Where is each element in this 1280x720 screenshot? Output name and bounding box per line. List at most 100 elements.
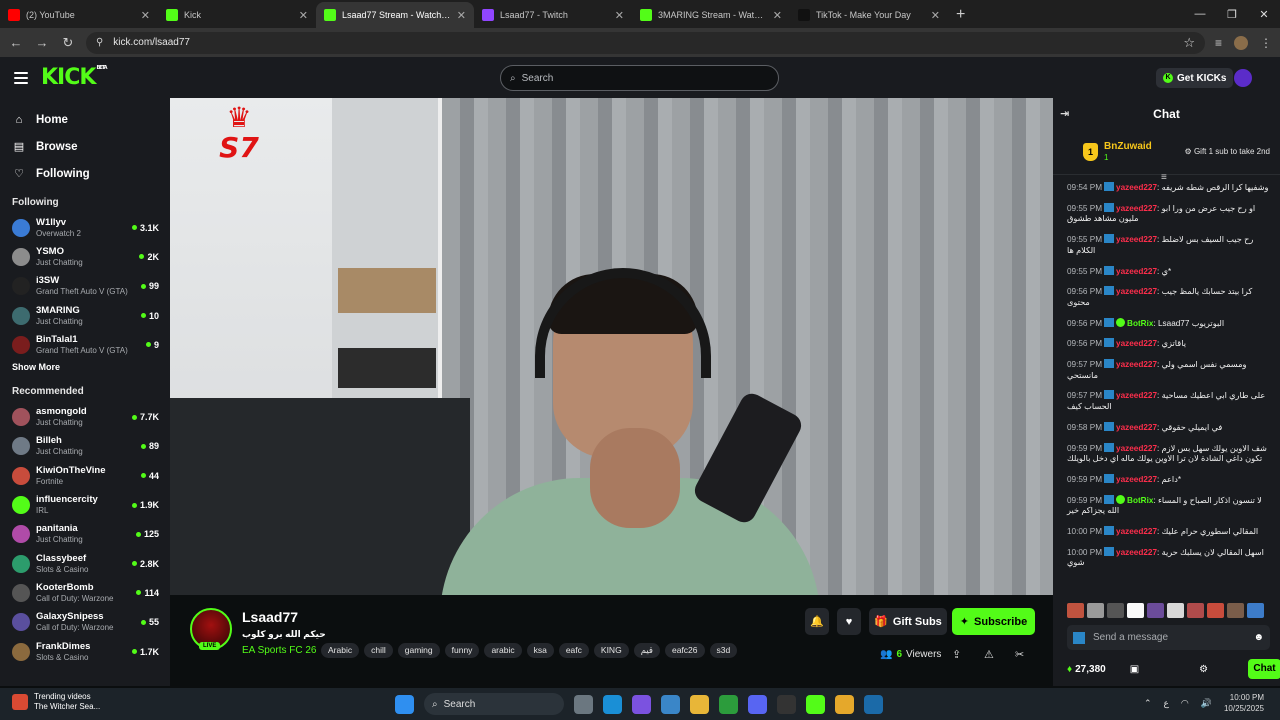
chrome-icon[interactable] — [835, 694, 854, 714]
top-gifter-name[interactable]: BnZuwaid — [1104, 141, 1152, 153]
sidebar-nav-browse[interactable]: ▤ Browse — [0, 133, 170, 160]
xbox-icon[interactable] — [719, 694, 738, 714]
sidebar-nav-home[interactable]: ⌂ Home — [0, 106, 170, 133]
tab-close-icon[interactable]: ✕ — [931, 9, 940, 22]
browser-tab[interactable]: Kick ✕ — [158, 2, 316, 28]
chatter-avatar-icon[interactable] — [1187, 603, 1204, 618]
wifi-icon[interactable]: ◠ — [1181, 698, 1189, 709]
browser-tab[interactable]: (2) YouTube ✕ — [0, 2, 158, 28]
chatter-avatar-icon[interactable] — [1167, 603, 1184, 618]
stream-tag[interactable]: Arabic — [321, 643, 360, 658]
chatter-avatar-icon[interactable] — [1107, 603, 1124, 618]
sidebar-channel[interactable]: i3SW Grand Theft Auto V (GTA) 99 — [0, 272, 170, 301]
tab-close-icon[interactable]: ✕ — [615, 9, 624, 22]
reload-icon[interactable]: ↻ — [60, 35, 76, 51]
video-player[interactable]: ♛ S7 — [170, 98, 1053, 595]
volume-icon[interactable]: 🔊 — [1201, 698, 1212, 709]
windows-start-icon[interactable] — [395, 694, 414, 714]
send-chat-button[interactable]: Chat — [1248, 659, 1280, 679]
sidebar-nav-following[interactable]: ♡ Following — [0, 160, 170, 187]
message-username[interactable]: yazeed227 — [1116, 444, 1157, 453]
back-icon[interactable]: ← — [8, 35, 24, 50]
sidebar-channel[interactable]: 3MARING Just Chatting 10 — [0, 301, 170, 330]
kick-app-icon[interactable] — [806, 694, 825, 714]
browser-tab[interactable]: 3MARING Stream - Watch Live ✕ — [632, 2, 790, 28]
forward-icon[interactable]: → — [34, 35, 50, 50]
taskbar-search[interactable]: ⌕ Search — [424, 693, 564, 715]
stream-tag[interactable]: s3d — [709, 643, 738, 658]
edge-icon[interactable] — [603, 694, 622, 714]
sidebar-channel[interactable]: W1llyv Overwatch 2 3.1K — [0, 213, 170, 242]
sidebar-channel[interactable]: asmongold Just Chatting 7.7K — [0, 402, 170, 431]
chat-input[interactable]: Send a message ☻ — [1067, 625, 1270, 650]
tab-close-icon[interactable]: ✕ — [773, 9, 782, 22]
tab-close-icon[interactable]: ✕ — [299, 9, 308, 22]
sidebar-channel[interactable]: GalaxySnipess Call of Duty: Warzone 55 — [0, 608, 170, 637]
new-tab-button[interactable]: + — [948, 6, 973, 28]
message-username[interactable]: yazeed227 — [1116, 548, 1157, 557]
minimize-icon[interactable]: — — [1184, 8, 1216, 20]
stream-tag[interactable]: eafc — [558, 643, 589, 658]
stream-tag[interactable]: funny — [444, 643, 480, 658]
store-icon[interactable] — [661, 694, 680, 714]
gift-prompt[interactable]: ⚙ Gift 1 sub to take 2nd — [1185, 147, 1270, 156]
chatter-avatar-icon[interactable] — [1207, 603, 1224, 618]
menu-icon[interactable] — [14, 71, 28, 84]
sidebar-channel[interactable]: BinTalal1 Grand Theft Auto V (GTA) 9 — [0, 330, 170, 359]
message-username[interactable]: BotRix — [1127, 319, 1153, 328]
sidebar-channel[interactable]: FrankDimes Slots & Casino 1.7K — [0, 637, 170, 666]
get-kicks-button[interactable]: K Get KICKs — [1156, 68, 1234, 88]
message-username[interactable]: yazeed227 — [1116, 391, 1157, 400]
reading-list-icon[interactable]: ≡ — [1215, 36, 1222, 50]
chatter-avatar-icon[interactable] — [1087, 603, 1104, 618]
browser-tab[interactable]: TikTok - Make Your Day ✕ — [790, 2, 948, 28]
steam-icon[interactable] — [864, 694, 883, 714]
message-username[interactable]: yazeed227 — [1116, 235, 1157, 244]
notification-bell-button[interactable]: 🔔 — [805, 608, 829, 635]
close-window-icon[interactable]: ✕ — [1248, 8, 1280, 21]
sidebar-channel[interactable]: KooterBomb Call of Duty: Warzone 114 — [0, 578, 170, 607]
language-indicator[interactable]: ع — [1164, 698, 1169, 709]
kick-logo[interactable]: KICKBETA — [41, 65, 108, 90]
gift-box-icon[interactable]: ▣ — [1130, 664, 1139, 675]
sidebar-channel[interactable]: influencercity IRL 1.9K — [0, 490, 170, 519]
clock[interactable]: 10:00 PM 10/25/2025 — [1224, 692, 1264, 714]
message-username[interactable]: yazeed227 — [1116, 204, 1157, 213]
report-icon[interactable]: ⚠ — [984, 648, 994, 661]
gift-subs-button[interactable]: 🎁 Gift Subs — [869, 608, 947, 635]
trending-widget[interactable]: Trending videos The Witcher Sea... — [12, 692, 100, 712]
chatter-avatar-icon[interactable] — [1147, 603, 1164, 618]
sidebar-channel[interactable]: Classybeef Slots & Casino 2.8K — [0, 549, 170, 578]
url-field[interactable]: ⚲ kick.com/lsaad77 ☆ — [85, 31, 1205, 54]
chatter-avatar-icon[interactable] — [1067, 603, 1084, 618]
streamer-name[interactable]: Lsaad77 — [242, 609, 298, 625]
message-username[interactable]: yazeed227 — [1116, 360, 1157, 369]
task-view-icon[interactable] — [574, 694, 593, 714]
sidebar-channel[interactable]: YSMO Just Chatting 2K — [0, 242, 170, 271]
stream-category[interactable]: EA Sports FC 26 — [242, 645, 316, 656]
profile-avatar[interactable] — [1234, 35, 1248, 50]
follow-button[interactable]: ♥ — [837, 608, 861, 635]
kicks-balance[interactable]: 27,380 — [1067, 664, 1106, 675]
share-icon[interactable]: ⇪ — [952, 648, 961, 661]
message-username[interactable]: yazeed227 — [1116, 339, 1157, 348]
browser-tab[interactable]: Lsaad77 Stream - Watch Live on ✕ — [316, 2, 474, 28]
message-username[interactable]: yazeed227 — [1116, 527, 1157, 536]
message-username[interactable]: BotRix — [1127, 496, 1153, 505]
tab-close-icon[interactable]: ✕ — [457, 9, 466, 22]
message-username[interactable]: yazeed227 — [1116, 287, 1157, 296]
file-explorer-icon[interactable] — [690, 694, 709, 714]
chatter-avatar-icon[interactable] — [1127, 603, 1144, 618]
copilot-icon[interactable] — [632, 694, 651, 714]
stream-tag[interactable]: ksa — [526, 643, 554, 658]
tab-close-icon[interactable]: ✕ — [141, 9, 150, 22]
search-input[interactable]: ⌕ Search — [500, 65, 779, 91]
subscribe-button[interactable]: ✦ Subscribe — [952, 608, 1035, 635]
collapse-chat-icon[interactable]: ⇥ — [1060, 107, 1069, 120]
sidebar-channel[interactable]: KiwiOnTheVine Fortnite 44 — [0, 461, 170, 490]
stream-tag[interactable]: arabic — [484, 643, 522, 658]
maximize-icon[interactable]: ❐ — [1216, 8, 1248, 21]
user-avatar[interactable] — [1234, 69, 1252, 87]
discord-icon[interactable] — [748, 694, 767, 714]
stream-tag[interactable]: قيم — [633, 643, 660, 658]
